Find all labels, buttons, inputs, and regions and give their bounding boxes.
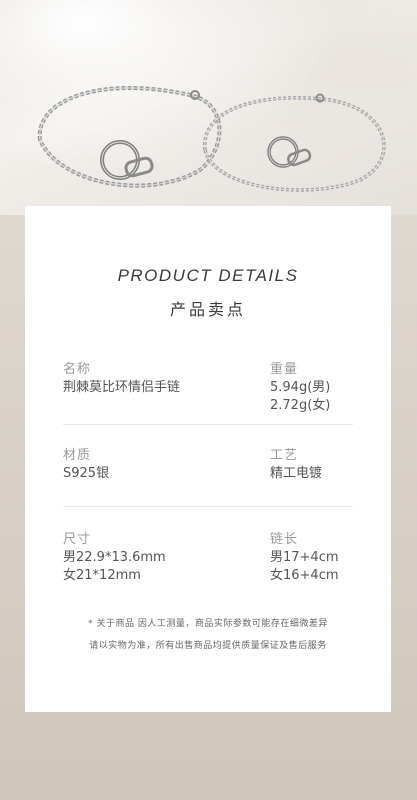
title-chinese: 产品卖点 xyxy=(169,300,246,319)
bracelet-illustration xyxy=(37,86,386,192)
size-block: 尺寸 男22.9*13.6mm 女21*12mm xyxy=(63,531,166,585)
chain-female: 女16+4cm xyxy=(270,568,339,583)
chain-label: 链长 xyxy=(270,532,299,547)
product-photo xyxy=(0,0,417,215)
weight-block: 重量 5.94g(男) 2.72g(女) xyxy=(270,361,330,415)
size-label: 尺寸 xyxy=(63,532,92,547)
divider xyxy=(63,424,353,425)
name-label: 名称 xyxy=(63,362,92,377)
craft-value: 精工电镀 xyxy=(270,466,323,481)
details-card: PRODUCT DETAILS 产品卖点 名称 荆棘莫比环情侣手链 重量 5.9… xyxy=(25,206,391,712)
craft-block: 工艺 精工电镀 xyxy=(270,447,322,483)
disclaimer-line-1: * 关于商品 因人工测量，商品实际参数可能存在细微差异 xyxy=(88,619,328,629)
craft-label: 工艺 xyxy=(270,448,299,463)
weight-label: 重量 xyxy=(270,362,299,377)
divider xyxy=(63,506,353,507)
material-value: S925银 xyxy=(63,466,110,481)
chain-block: 链长 男17+4cm 女16+4cm xyxy=(270,531,339,585)
disclaimer-line-2: 请以实物为准，所有出售商品均提供质量保证及售后服务 xyxy=(89,641,327,651)
weight-male: 5.94g(男) xyxy=(270,380,331,395)
material-block: 材质 S925银 xyxy=(63,447,109,483)
chain-male: 男17+4cm xyxy=(270,550,339,565)
weight-female: 2.72g(女) xyxy=(270,398,331,413)
name-block: 名称 荆棘莫比环情侣手链 xyxy=(63,361,180,397)
title-english: PRODUCT DETAILS xyxy=(117,266,299,285)
size-female: 女21*12mm xyxy=(63,568,141,583)
material-label: 材质 xyxy=(63,448,92,463)
name-value: 荆棘莫比环情侣手链 xyxy=(63,380,181,395)
size-male: 男22.9*13.6mm xyxy=(63,550,166,565)
